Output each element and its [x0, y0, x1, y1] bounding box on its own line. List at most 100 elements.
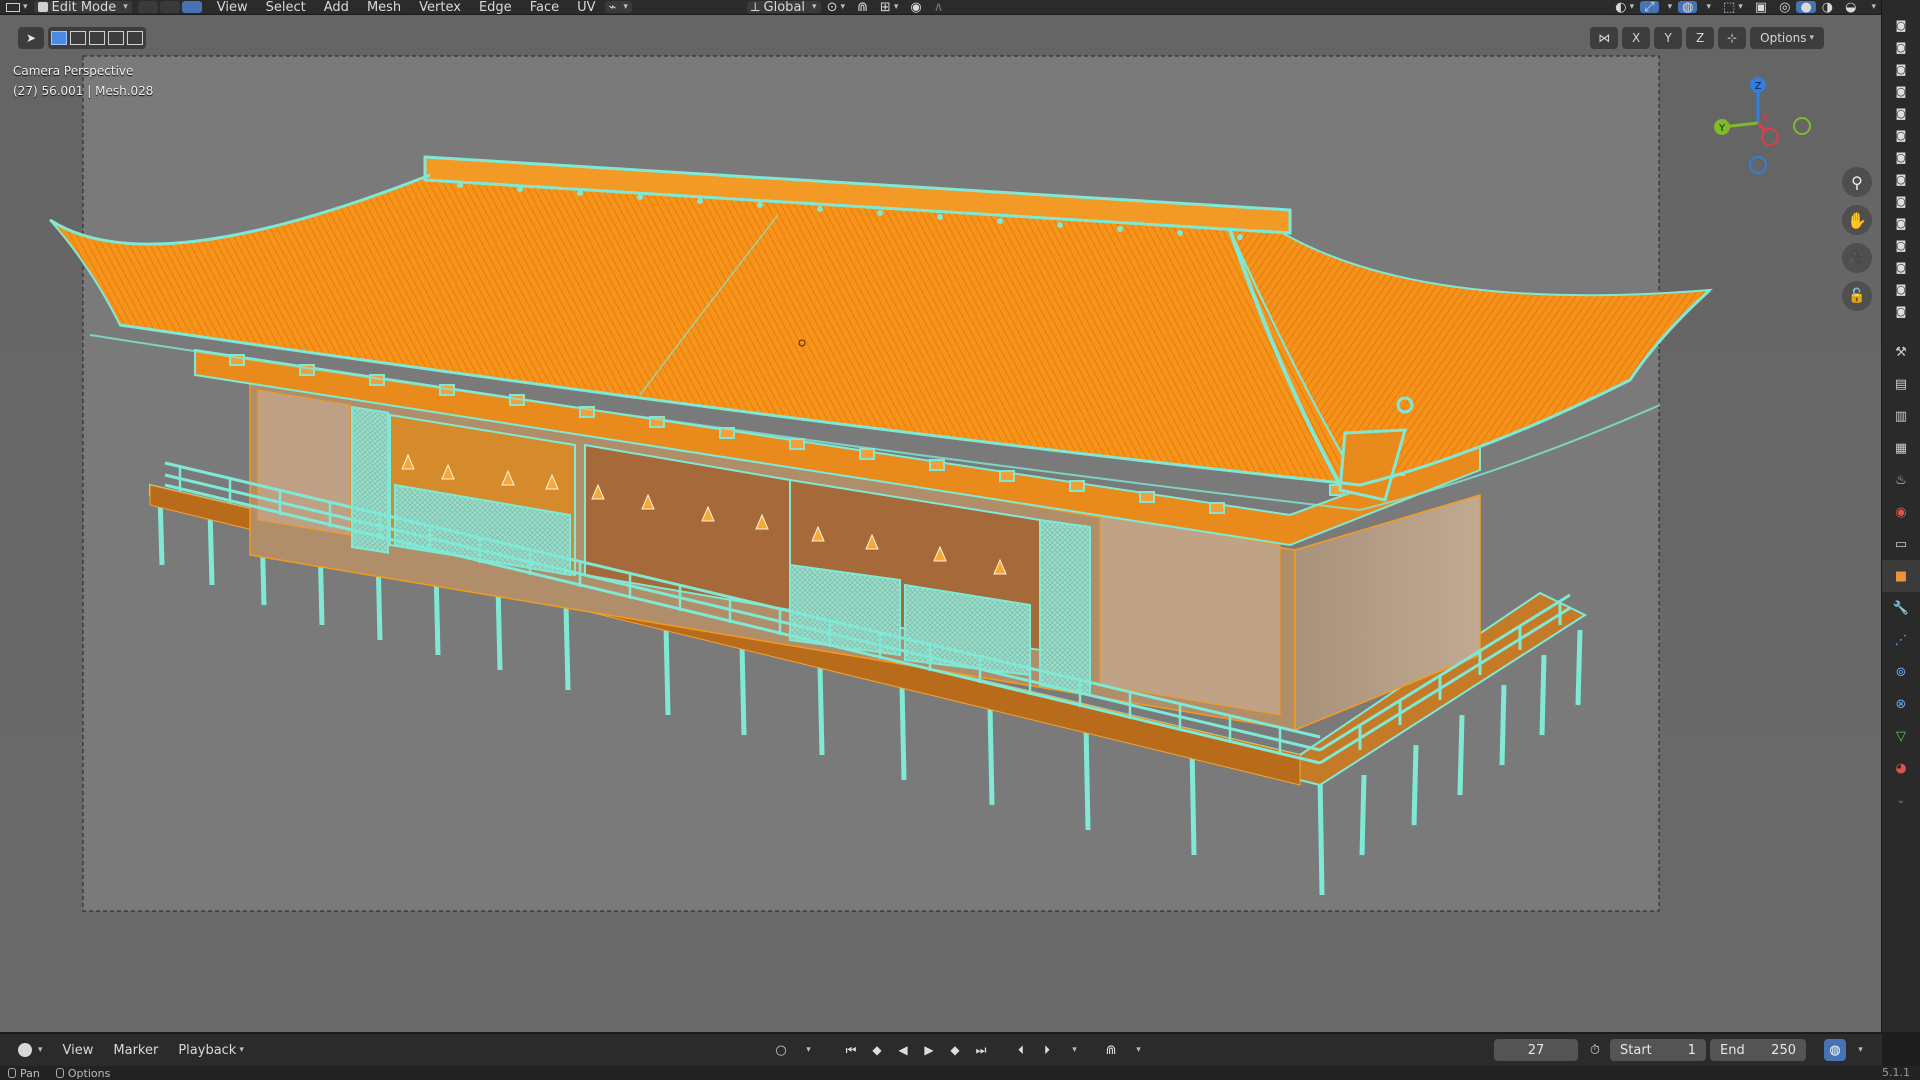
options-dropdown[interactable]: Options ▾	[1750, 27, 1824, 49]
lock-camera-button[interactable]: 🔓	[1842, 281, 1872, 311]
select-intersect-button[interactable]	[127, 31, 143, 45]
timeline-menu-playback[interactable]: Playback ▾	[168, 1043, 254, 1058]
navigation-gizmo[interactable]: Z Y X	[1698, 63, 1818, 183]
jump-prev-button[interactable]: ⏴	[1010, 1039, 1032, 1061]
menu-vertex[interactable]: Vertex	[410, 0, 470, 14]
jump-next-button[interactable]: ⏵	[1036, 1039, 1058, 1061]
menu-face[interactable]: Face	[521, 0, 568, 14]
shading-rendered-button[interactable]: ◒	[1839, 0, 1862, 14]
select-subtract-button[interactable]	[89, 31, 105, 45]
snap-target-dropdown[interactable]: ⊞ ▾	[874, 0, 904, 14]
visibility-dropdown[interactable]: ◐ ▾	[1609, 0, 1640, 14]
timeline-menu-marker[interactable]: Marker	[103, 1043, 168, 1058]
mirror-z-toggle[interactable]: Z	[1686, 27, 1715, 49]
overlays-dropdown[interactable]: ▾	[1697, 0, 1717, 14]
editor-type-button[interactable]: ▾	[0, 0, 34, 14]
play-button[interactable]: ▶	[918, 1039, 940, 1061]
show-overlays-toggle[interactable]: ◍	[1678, 0, 1698, 14]
render-toggle-camera-icon[interactable]: ◙	[1882, 58, 1920, 80]
gizmo-neg-z[interactable]	[1749, 156, 1767, 174]
camera-view-button[interactable]: 🎥	[1842, 243, 1872, 273]
select-new-button[interactable]	[51, 31, 67, 45]
timeline-overlays-toggle[interactable]: ◍	[1824, 1039, 1846, 1061]
jump-prev-keyframe-button[interactable]: ◆	[866, 1039, 888, 1061]
render-toggle-camera-icon[interactable]: ◙	[1882, 168, 1920, 190]
jump-to-end-button[interactable]: ⏭	[970, 1039, 992, 1061]
play-reverse-button[interactable]: ◀	[892, 1039, 914, 1061]
temple-mesh-render[interactable]	[0, 15, 1882, 1032]
face-select-button[interactable]	[181, 1, 202, 13]
preview-range-toggle[interactable]: ⏱	[1584, 1039, 1606, 1061]
vertex-select-button[interactable]	[137, 1, 158, 13]
mode-dropdown[interactable]: Edit Mode ▾	[33, 0, 132, 14]
start-frame-field[interactable]: Start 1	[1610, 1039, 1706, 1061]
gizmo-x-axis[interactable]	[1761, 128, 1779, 146]
render-toggle-camera-icon[interactable]: ◙	[1882, 146, 1920, 168]
xray-toggle[interactable]: ▣	[1749, 0, 1773, 14]
tab-particles[interactable]: ⋰	[1882, 624, 1920, 656]
shading-material-button[interactable]: ◑	[1816, 0, 1839, 14]
mesh-edit-overlays-dropdown[interactable]: ⬚ ▾	[1717, 0, 1749, 14]
tab-tool[interactable]: ⚒	[1882, 336, 1920, 368]
playback-options-dropdown[interactable]: ▾	[1062, 1039, 1084, 1061]
shading-dropdown[interactable]: ▾	[1862, 0, 1882, 14]
timeline-menu-view[interactable]: View	[53, 1043, 104, 1058]
proportional-edit-toggle[interactable]: ◉	[904, 0, 927, 14]
zoom-button[interactable]: ⚲	[1842, 167, 1872, 197]
tabs-scroll-down[interactable]: ⌄	[1882, 784, 1920, 816]
show-gizmo-toggle[interactable]: ⤢	[1640, 0, 1659, 14]
tab-data[interactable]: ▽	[1882, 720, 1920, 752]
select-difference-button[interactable]	[108, 31, 124, 45]
3d-viewport[interactable]: Camera Perspective (27) 56.001 | Mesh.02…	[0, 15, 1882, 1032]
tab-render[interactable]: ▤	[1882, 368, 1920, 400]
pan-button[interactable]: ✋	[1842, 205, 1872, 235]
tab-scene[interactable]: ♨	[1882, 464, 1920, 496]
keying-dropdown[interactable]: ▾	[796, 1039, 818, 1061]
mirror-y-toggle[interactable]: Y	[1654, 27, 1683, 49]
menu-add[interactable]: Add	[315, 0, 358, 14]
gizmo-neg-y[interactable]	[1793, 117, 1811, 135]
current-frame-field[interactable]: 27	[1494, 1039, 1578, 1061]
render-toggle-camera-icon[interactable]: ◙	[1882, 212, 1920, 234]
tab-physics[interactable]: ⊚	[1882, 656, 1920, 688]
edge-select-button[interactable]	[159, 1, 180, 13]
shading-solid-button[interactable]: ●	[1796, 0, 1816, 14]
pivot-dropdown[interactable]: ⊙ ▾	[821, 0, 851, 14]
menu-view[interactable]: View	[208, 0, 257, 14]
tab-view-layer[interactable]: ▦	[1882, 432, 1920, 464]
render-toggle-camera-icon[interactable]: ◙	[1882, 300, 1920, 322]
mirror-x-toggle[interactable]: X	[1622, 27, 1651, 49]
render-toggle-camera-icon[interactable]: ◙	[1882, 102, 1920, 124]
mesh-symmetry-icon-button[interactable]: ⋈	[1590, 27, 1619, 49]
tab-constraints[interactable]: ⊗	[1882, 688, 1920, 720]
tab-modifiers[interactable]: 🔧	[1882, 592, 1920, 624]
render-toggle-camera-icon[interactable]: ◙	[1882, 278, 1920, 300]
tab-object[interactable]: ■	[1882, 560, 1920, 592]
tab-world[interactable]: ◉	[1882, 496, 1920, 528]
transform-orientation-dropdown[interactable]: ⟂ Global ▾	[746, 0, 821, 14]
render-toggle-camera-icon[interactable]: ◙	[1882, 124, 1920, 146]
shading-wireframe-button[interactable]: ◎	[1773, 0, 1796, 14]
uv-sync-dropdown[interactable]: ⌁ ▾	[604, 0, 632, 14]
menu-mesh[interactable]: Mesh	[358, 0, 410, 14]
select-extend-button[interactable]	[70, 31, 86, 45]
jump-next-keyframe-button[interactable]: ◆	[944, 1039, 966, 1061]
snapping-dropdown[interactable]: ▾	[1126, 1039, 1148, 1061]
auto-keying-toggle[interactable]: ○	[770, 1039, 792, 1061]
render-toggle-camera-icon[interactable]: ◙	[1882, 14, 1920, 36]
menu-select[interactable]: Select	[257, 0, 315, 14]
snap-toggle[interactable]: ⋒	[851, 0, 874, 14]
timeline-overlays-dropdown[interactable]: ▾	[1848, 1039, 1870, 1061]
snapping-toggle[interactable]: ⋒	[1100, 1039, 1122, 1061]
gizmo-dropdown[interactable]: ▾	[1659, 0, 1679, 14]
tab-material[interactable]: ◕	[1882, 752, 1920, 784]
end-frame-field[interactable]: End 250	[1710, 1039, 1806, 1061]
render-toggle-camera-icon[interactable]: ◙	[1882, 234, 1920, 256]
tab-output[interactable]: ▥	[1882, 400, 1920, 432]
tab-collection[interactable]: ▭	[1882, 528, 1920, 560]
render-toggle-camera-icon[interactable]: ◙	[1882, 36, 1920, 58]
active-tool-button[interactable]: ➤	[18, 27, 44, 49]
menu-uv[interactable]: UV	[568, 0, 604, 14]
render-toggle-camera-icon[interactable]: ◙	[1882, 80, 1920, 102]
menu-edge[interactable]: Edge	[470, 0, 521, 14]
